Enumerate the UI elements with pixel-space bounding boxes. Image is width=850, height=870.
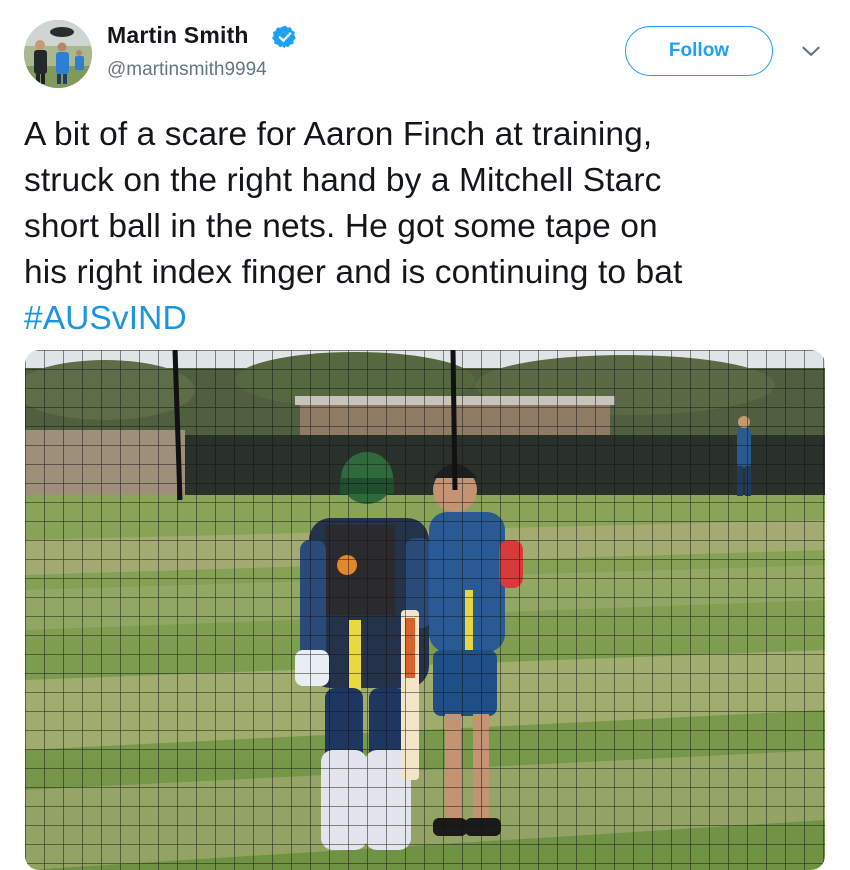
user-name[interactable]: Martin Smith xyxy=(107,22,249,49)
verified-badge-icon xyxy=(272,25,296,49)
tweet-text-line: struck on the right hand by a Mitchell S… xyxy=(24,162,662,199)
tweet-text: A bit of a scare for Aaron Finch at trai… xyxy=(24,112,834,342)
tweet-photo[interactable] xyxy=(25,350,825,870)
tweet-card: Martin Smith @martinsmith9994 Follow A b… xyxy=(0,0,850,870)
tweet-text-line: A bit of a scare for Aaron Finch at trai… xyxy=(24,116,653,153)
avatar[interactable] xyxy=(24,20,92,88)
hashtag-link[interactable]: #AUSvIND xyxy=(24,296,834,342)
follow-button[interactable]: Follow xyxy=(625,26,773,76)
tweet-text-line: his right index finger and is continuing… xyxy=(24,254,683,291)
tweet-text-line: short ball in the nets. He got some tape… xyxy=(24,208,658,245)
chevron-down-icon[interactable] xyxy=(798,38,824,64)
training-nets-photo xyxy=(25,350,825,870)
user-handle[interactable]: @martinsmith9994 xyxy=(107,59,267,81)
avatar-photo xyxy=(24,20,92,88)
